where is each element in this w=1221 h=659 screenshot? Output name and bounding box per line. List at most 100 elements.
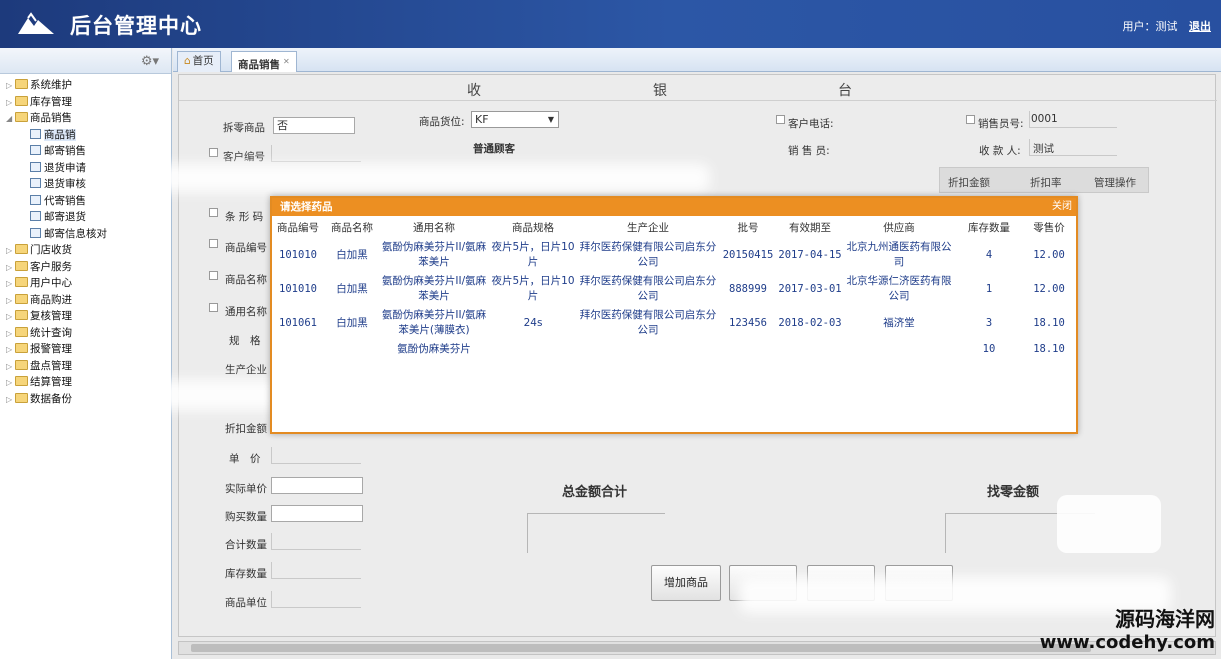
page-icon — [30, 178, 41, 188]
sidebar-item-label: 退货申请 — [44, 161, 86, 174]
table-cell: 18.10 — [1033, 316, 1065, 329]
collapsed-arrow-icon[interactable]: ▷ — [6, 293, 15, 310]
sidebar-item-label: 邮寄信息核对 — [44, 227, 107, 240]
salesman-no-checkbox[interactable] — [966, 115, 975, 124]
expanded-arrow-icon[interactable]: ◢ — [6, 111, 15, 128]
sidebar-item-label: 统计查询 — [30, 326, 72, 339]
sidebar-item[interactable]: ▷ 统计查询 — [0, 325, 171, 342]
nav-tree: ▷ 系统维护 ▷ 库存管理 ◢ 商品销售 商品销 邮寄销售 退货申请 退货审核 代寄销售 邮寄退货 邮寄… — [0, 74, 171, 407]
column-header: 商品规格 — [512, 221, 554, 234]
table-cell: 氨酚伪麻美芬片II/氨麻苯美片 — [381, 241, 487, 268]
sidebar-item[interactable]: ▷ 复核管理 — [0, 308, 171, 325]
col-manage: 管理操作 — [1094, 177, 1136, 189]
table-cell: 20150415 — [722, 248, 774, 261]
customer-no-checkbox[interactable] — [209, 148, 218, 157]
user-area: 用户：测试 退出 — [1123, 18, 1212, 34]
sidebar-item[interactable]: 商品销 — [0, 127, 171, 144]
collapsed-arrow-icon[interactable]: ▷ — [6, 78, 15, 95]
barcode-checkbox[interactable] — [209, 208, 218, 217]
collapsed-arrow-icon[interactable]: ▷ — [6, 359, 15, 376]
split-input[interactable]: 否 — [273, 117, 355, 134]
table-row[interactable]: 氨酚伪麻美芬片 10 18.10 — [272, 340, 1076, 359]
actual-price-input[interactable] — [271, 477, 363, 494]
sidebar-item[interactable]: 邮寄信息核对 — [0, 226, 171, 243]
table-cell: 1 — [985, 282, 993, 295]
drug-table: 商品编号 商品名称 通用名称 商品规格 生产企业 批号 有效期至 供应商 库存数量 零售价 101… — [272, 216, 1076, 359]
sidebar-item-label: 客户服务 — [30, 260, 72, 273]
table-cell: 氨酚伪麻美芬片II/氨麻苯美片(薄膜衣) — [381, 309, 487, 336]
table-cell: 3 — [985, 316, 993, 329]
total-qty-input[interactable] — [271, 533, 361, 550]
generic-name-checkbox[interactable] — [209, 303, 218, 312]
logo-icon — [18, 12, 54, 34]
collapsed-arrow-icon[interactable]: ▷ — [6, 309, 15, 326]
collapsed-arrow-icon[interactable]: ▷ — [6, 260, 15, 277]
customer-phone-checkbox[interactable] — [776, 115, 785, 124]
sidebar-item-label: 库存管理 — [30, 95, 72, 108]
customer-no-input[interactable] — [271, 145, 361, 162]
table-row[interactable]: 101010 白加黑 氨酚伪麻美芬片II/氨麻苯美片 夜片5片，日片10片 拜尔医药保健… — [272, 272, 1076, 306]
sidebar-item[interactable]: ▷ 报警管理 — [0, 341, 171, 358]
location-label: 商品货位: — [419, 116, 465, 128]
dialog-close-button[interactable]: 关闭 — [1052, 198, 1072, 216]
table-cell: 101010 — [279, 248, 317, 261]
add-product-button[interactable]: 增加商品 — [651, 565, 721, 601]
sidebar-item[interactable]: ◢ 商品销售 — [0, 110, 171, 127]
change-amount-label: 找零金额 — [987, 485, 1040, 500]
sidebar-item[interactable]: ▷ 门店收货 — [0, 242, 171, 259]
table-cell — [718, 340, 778, 359]
table-cell: 123456 — [729, 316, 767, 329]
folder-icon — [15, 359, 28, 370]
sidebar-item[interactable]: ▷ 客户服务 — [0, 259, 171, 276]
collapsed-arrow-icon[interactable]: ▷ — [6, 342, 15, 359]
quantity-input[interactable] — [271, 505, 363, 522]
table-row[interactable]: 101010 白加黑 氨酚伪麻美芬片II/氨麻苯美片 夜片5片，日片10片 拜尔医药保健… — [272, 238, 1076, 272]
table-cell: 拜尔医药保健有限公司启东分公司 — [579, 309, 717, 336]
scrollbar-thumb[interactable] — [191, 644, 1091, 652]
collapsed-arrow-icon[interactable]: ▷ — [6, 95, 15, 112]
sidebar-item-label: 退货审核 — [44, 178, 86, 190]
table-row[interactable]: 101061 白加黑 氨酚伪麻美芬片II/氨麻苯美片(薄膜衣) 24s 拜尔医药保健有限… — [272, 306, 1076, 340]
collapsed-arrow-icon[interactable]: ▷ — [6, 375, 15, 392]
table-cell: 夜片5片，日片10片 — [491, 275, 575, 302]
watermark: 源码海洋网 www.codehy.com — [1040, 603, 1215, 653]
folder-icon — [15, 310, 28, 320]
column-header: 库存数量 — [968, 221, 1010, 234]
sidebar-item[interactable]: ▷ 商品购进 — [0, 292, 171, 309]
sidebar-item-label: 商品销售 — [30, 112, 72, 124]
collapsed-arrow-icon[interactable]: ▷ — [6, 392, 15, 409]
table-cell: 氨酚伪麻美芬片II/氨麻苯美片 — [381, 275, 487, 302]
tab-product-sales[interactable]: 商品销售 ✕ — [231, 51, 297, 72]
column-header: 生产企业 — [627, 221, 669, 234]
tab-home[interactable]: ⌂ 首页 — [177, 51, 221, 72]
collapsed-arrow-icon[interactable]: ▷ — [6, 326, 15, 343]
collapsed-arrow-icon[interactable]: ▷ — [6, 276, 15, 293]
stock-qty-input[interactable] — [271, 562, 361, 579]
column-header: 批号 — [737, 221, 759, 234]
collapsed-arrow-icon[interactable]: ▷ — [6, 243, 15, 260]
logout-link[interactable]: 退出 — [1189, 20, 1211, 33]
sidebar-item[interactable]: ▷ 系统维护 — [0, 77, 171, 94]
table-cell: 北京九州通医药有限公司 — [846, 241, 952, 268]
table-cell — [488, 340, 578, 359]
unit-input[interactable] — [271, 591, 361, 608]
product-no-checkbox[interactable] — [209, 239, 218, 248]
unit-price-input[interactable] — [271, 447, 361, 464]
column-header: 供应商 — [883, 221, 915, 234]
sidebar-item[interactable]: ▷ 盘点管理 — [0, 358, 171, 375]
location-select[interactable]: KF ▼ — [471, 111, 559, 128]
barcode-label: 条 形 码 — [225, 211, 264, 223]
product-name-checkbox[interactable] — [209, 271, 218, 280]
sidebar-item[interactable]: 邮寄退货 — [0, 209, 171, 226]
sidebar-item[interactable]: 邮寄销售 — [0, 143, 171, 160]
total-qty-label: 合计数量 — [225, 539, 267, 551]
gear-icon[interactable]: ⚙▾ — [141, 54, 159, 69]
sidebar-item[interactable]: ▷ 库存管理 — [0, 94, 171, 111]
folder-icon — [15, 112, 28, 122]
sidebar-item[interactable]: ▷ 用户中心 — [0, 275, 171, 292]
table-cell: 白加黑 — [336, 316, 368, 329]
table-cell: 拜尔医药保健有限公司启东分公司 — [579, 275, 717, 302]
sidebar-item[interactable]: 代寄销售 — [0, 193, 171, 210]
close-icon[interactable]: ✕ — [283, 57, 290, 66]
table-cell — [842, 340, 956, 359]
